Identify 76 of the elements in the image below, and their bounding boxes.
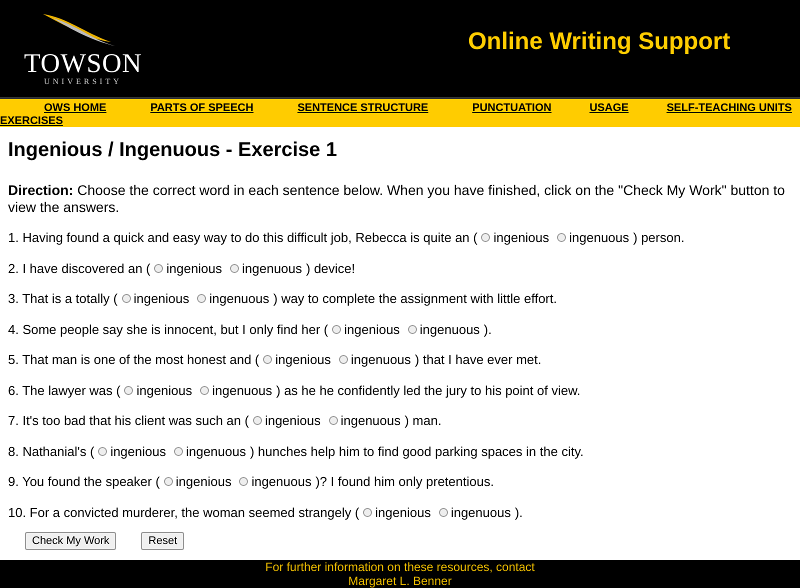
- radio-button[interactable]: [230, 264, 240, 273]
- radio-button[interactable]: [154, 264, 164, 273]
- radio-button[interactable]: [332, 324, 342, 334]
- question-text: 7. It's too bad that his client was such an (: [8, 412, 249, 430]
- question-text: 2. I have discovered an (: [8, 260, 150, 277]
- question-text: 8. Nathanial's (: [8, 442, 94, 460]
- option-label[interactable]: ingenuous: [450, 504, 511, 521]
- nav-link[interactable]: USAGE: [589, 102, 629, 115]
- option-label[interactable]: ingenuous: [212, 382, 272, 399]
- radio-button[interactable]: [174, 446, 183, 456]
- radio-button[interactable]: [124, 386, 134, 395]
- question-text: ) way to complete the assignment with little effort.: [273, 290, 557, 308]
- nav-link[interactable]: SELF-TEACHING UNITS: [666, 102, 792, 115]
- direction-text: Direction: Choose the correct word in each sentence below. When you have finished, click on the "Check My Work" button to view the answers.: [8, 182, 786, 216]
- nav-link[interactable]: SENTENCE STRUCTURE: [297, 102, 428, 115]
- option-label[interactable]: ingenious: [134, 290, 190, 308]
- logo-wordmark: TOWSON: [24, 50, 142, 76]
- question-text: ) hunches help him to find good parking spaces in the city.: [250, 442, 584, 460]
- radio-button[interactable]: [557, 233, 566, 242]
- nav-link[interactable]: PUNCTUATION: [472, 102, 552, 115]
- radio-button[interactable]: [328, 416, 338, 426]
- question-text: ) that I have ever met.: [414, 351, 542, 368]
- question-text: 10. For a convicted murderer, the woman seemed strangely (: [8, 504, 360, 521]
- option-label[interactable]: ingenuous: [350, 351, 411, 368]
- form-button[interactable]: Check My Work: [25, 532, 116, 550]
- question-text: 1. Having found a quick and easy way to do this difficult job, Rebecca is quite an (: [8, 229, 478, 246]
- question-text: 6. The lawyer was (: [8, 382, 120, 399]
- option-label[interactable]: ingenious: [375, 504, 431, 521]
- radio-button[interactable]: [197, 294, 206, 304]
- question-text: 9. You found the speaker (: [8, 473, 160, 490]
- option-label[interactable]: ingenious: [166, 260, 222, 277]
- radio-button[interactable]: [408, 324, 417, 334]
- option-label[interactable]: ingenuous: [251, 473, 312, 490]
- footer-text: For further information on these resources, contact: [264, 560, 536, 574]
- question-text: ) man.: [404, 412, 442, 430]
- question-text: )? I found him only pretentious.: [315, 473, 494, 490]
- form-button[interactable]: Reset: [141, 532, 184, 550]
- option-label[interactable]: ingenuous: [186, 442, 246, 460]
- radio-button[interactable]: [239, 477, 248, 486]
- radio-button[interactable]: [338, 355, 348, 364]
- radio-button[interactable]: [164, 477, 173, 486]
- question-text: ).: [484, 320, 492, 338]
- option-label[interactable]: ingenuous: [209, 290, 270, 308]
- option-label[interactable]: ingenuous: [420, 320, 480, 338]
- option-label[interactable]: ingenuous: [242, 260, 302, 277]
- nav-link[interactable]: EXERCISES: [0, 115, 63, 128]
- question-text: ) device!: [306, 260, 356, 277]
- option-label[interactable]: ingenuous: [340, 412, 401, 430]
- radio-button[interactable]: [438, 508, 448, 517]
- nav-link[interactable]: OWS HOME: [44, 102, 106, 115]
- question-text: ) as he he confidently led the jury to his point of view.: [276, 382, 580, 399]
- radio-button[interactable]: [263, 355, 272, 364]
- option-label[interactable]: ingenious: [344, 320, 400, 338]
- radio-button[interactable]: [481, 233, 490, 242]
- option-label[interactable]: ingenious: [493, 229, 550, 246]
- radio-button[interactable]: [122, 294, 131, 304]
- logo-subtitle: UNIVERSITY: [44, 76, 122, 86]
- option-label[interactable]: ingenuous: [569, 229, 630, 246]
- option-label[interactable]: ingenious: [176, 473, 232, 490]
- nav-link[interactable]: PARTS OF SPEECH: [150, 102, 254, 115]
- question-text: 5. That man is one of the most honest and (: [8, 351, 260, 368]
- option-label[interactable]: ingenious: [275, 351, 331, 368]
- radio-button[interactable]: [252, 416, 262, 426]
- site-title: Online Writing Support: [468, 28, 730, 56]
- question-text: 3. That is a totally (: [8, 290, 118, 308]
- question-text: 4. Some people say she is innocent, but I only find her (: [8, 320, 328, 338]
- question-text: ).: [514, 504, 523, 521]
- option-label[interactable]: ingenious: [264, 412, 321, 430]
- radio-button[interactable]: [200, 386, 210, 395]
- question-text: ) person.: [633, 229, 684, 246]
- option-label[interactable]: ingenious: [110, 442, 166, 460]
- footer-text: Margaret L. Benner: [347, 574, 453, 588]
- radio-button[interactable]: [363, 508, 372, 517]
- radio-button[interactable]: [98, 446, 108, 456]
- option-label[interactable]: ingenious: [136, 382, 192, 399]
- page-title: Ingenious / Ingenuous - Exercise 1: [8, 139, 338, 162]
